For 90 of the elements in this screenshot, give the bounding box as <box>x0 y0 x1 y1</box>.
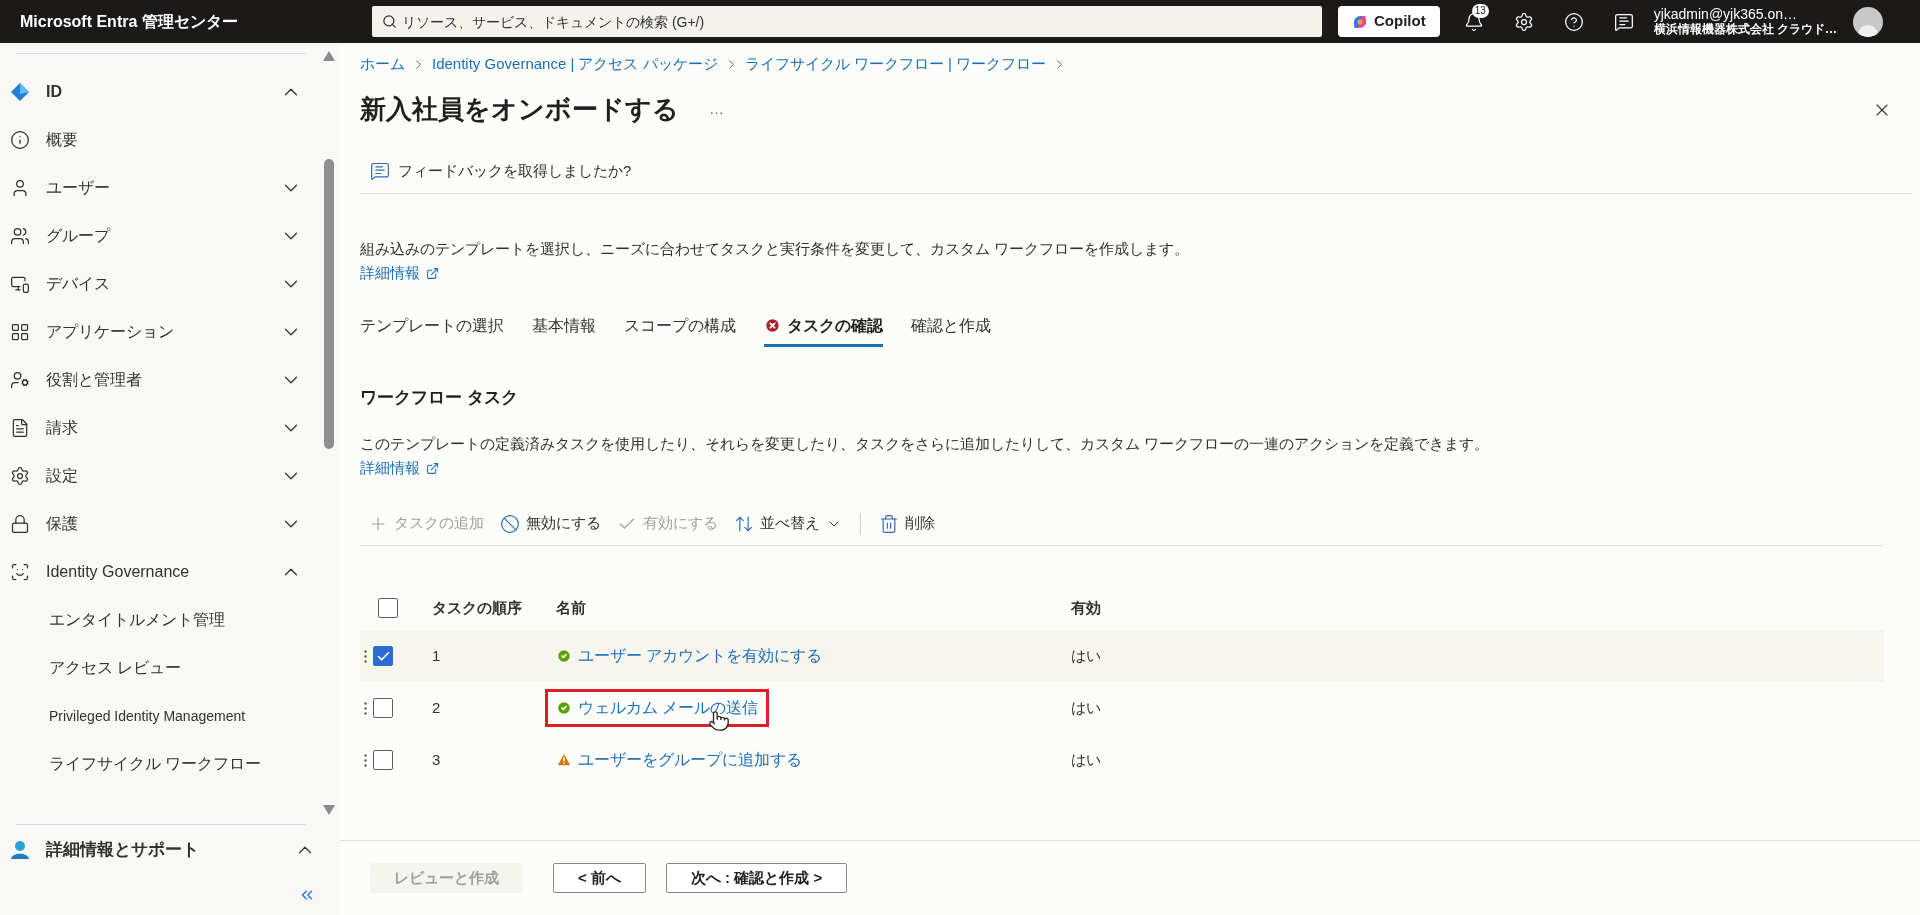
nav-item[interactable]: デバイス <box>0 260 322 308</box>
info-icon <box>10 130 30 150</box>
drag-handle-icon[interactable] <box>364 753 367 767</box>
page-title: 新入社員をオンボードする <box>360 93 679 126</box>
breadcrumb-link[interactable]: ライフサイクル ワークフロー | ワークフロー <box>744 53 1047 76</box>
section-description: このテンプレートの定義済みタスクを使用したり、それらを変更したり、タスクをさらに追加したりして、カスタム ワークフローの一連のアクションを定義できます。 <box>360 433 1491 454</box>
nav-item[interactable]: 詳細情報とサポート <box>0 825 322 875</box>
checkbox[interactable] <box>378 598 398 618</box>
devices-icon <box>10 274 30 294</box>
nav-item[interactable]: 概要 <box>0 116 322 164</box>
trash-icon <box>879 513 899 534</box>
checkbox[interactable] <box>373 750 393 770</box>
nav-item[interactable]: 役割と管理者 <box>0 356 322 404</box>
table-cell-text: はい <box>1071 697 1101 718</box>
copilot-logo-icon <box>1352 13 1368 30</box>
footer-button[interactable]: < 前へ <box>553 863 646 893</box>
column-header[interactable]: タスクの順序 <box>408 596 556 620</box>
wizard-tab[interactable]: スコープの構成 <box>624 307 736 347</box>
feedback-icon <box>370 161 390 181</box>
account-organization[interactable]: 横浜情報機器株式会社 クラウド… <box>1653 21 1837 37</box>
nav-item[interactable]: グループ <box>0 212 322 260</box>
wizard-tab[interactable]: タスクの確認 <box>764 307 883 347</box>
table-cell-text: はい <box>1071 749 1101 770</box>
settings-icon[interactable] <box>1513 11 1534 32</box>
table-row[interactable]: 3 ユーザーをグループに追加する はい <box>360 734 1884 786</box>
checkbox[interactable] <box>373 646 393 666</box>
person-icon <box>10 840 30 860</box>
search-field[interactable]: リソース、サービス、ドキュメントの検索 (G+/) <box>372 6 1322 37</box>
drag-handle-icon[interactable] <box>364 649 367 663</box>
notification-count: 13 <box>1471 3 1489 18</box>
settings-icon <box>10 466 30 486</box>
feedback-link[interactable]: フィードバックを取得しましたか? <box>398 159 632 183</box>
copilot-button[interactable]: Copilot <box>1338 6 1440 37</box>
wizard-tab[interactable]: 基本情報 <box>532 307 596 347</box>
task-link[interactable]: ユーザーをグループに追加する <box>578 748 802 772</box>
task-link[interactable]: ウェルカム メールの送信 <box>578 696 759 720</box>
lock-icon <box>10 514 30 534</box>
breadcrumb-link[interactable]: Identity Governance | アクセス パッケージ <box>432 53 718 76</box>
search-icon <box>382 14 397 29</box>
learn-more-link[interactable]: 詳細情報 <box>360 457 439 480</box>
table-cell-text: 3 <box>431 749 442 770</box>
brand-title[interactable]: Microsoft Entra 管理センター <box>20 9 356 34</box>
nav-subitem[interactable]: エンタイトルメント管理 <box>49 608 225 632</box>
face-frame-icon <box>10 562 30 582</box>
table-cell-text: 1 <box>431 645 442 666</box>
checkbox[interactable] <box>373 698 393 718</box>
wizard-tab[interactable]: 確認と作成 <box>911 307 991 347</box>
learn-more-link[interactable]: 詳細情報 <box>360 262 439 285</box>
nav-subitem[interactable]: アクセス レビュー <box>49 656 182 680</box>
scrollbar-thumb[interactable] <box>324 159 334 449</box>
nav-item[interactable]: ID <box>0 68 322 116</box>
grid-icon <box>10 322 30 342</box>
feedback-icon[interactable] <box>1613 11 1634 32</box>
drag-handle-icon[interactable] <box>364 701 367 715</box>
footer-button[interactable]: 次へ : 確認と作成 > <box>665 863 848 893</box>
column-header[interactable]: 有効 <box>1071 596 1101 620</box>
table-row[interactable]: 1 ユーザー アカウントを有効にする はい <box>360 630 1884 682</box>
table-cell-text: 2 <box>431 697 442 718</box>
document-icon <box>10 418 30 438</box>
account-email[interactable]: yjkadmin@yjk365.on… <box>1653 6 1837 22</box>
nav-subitem[interactable]: Privileged Identity Management <box>49 705 249 727</box>
toolbar-button[interactable]: 削除 <box>871 507 943 540</box>
prohibited-icon <box>500 513 520 534</box>
external-link-icon <box>426 461 439 475</box>
help-icon[interactable] <box>1563 11 1584 32</box>
table-row[interactable]: 2 ウェルカム メールの送信 はい <box>360 682 1884 734</box>
page-description: 組み込みのテンプレートを選択し、ニーズに合わせてタスクと実行条件を変更して、カスタム ワークフローを作成します。 <box>360 238 1191 259</box>
column-header[interactable]: 名前 <box>556 596 1071 620</box>
wizard-tab[interactable]: テンプレートの選択 <box>360 307 504 347</box>
nav-item[interactable]: Identity Governance <box>0 548 322 596</box>
nav-subitem[interactable]: ライフサイクル ワークフロー <box>49 752 262 776</box>
external-link-icon <box>426 266 439 280</box>
scroll-down-icon[interactable] <box>323 805 335 815</box>
more-options[interactable]: … <box>709 98 724 121</box>
table-cell-text: はい <box>1071 645 1101 666</box>
toolbar-button[interactable]: 無効にする <box>492 507 609 540</box>
breadcrumb-link[interactable]: ホーム <box>360 53 405 76</box>
diamond-logo-icon <box>10 82 30 102</box>
scroll-up-icon[interactable] <box>323 51 335 61</box>
user-gear-icon <box>10 370 30 390</box>
avatar[interactable] <box>1853 6 1883 37</box>
nav-item[interactable]: ユーザー <box>0 164 322 212</box>
nav-item[interactable]: 請求 <box>0 404 322 452</box>
toolbar-button[interactable]: 並べ替え <box>726 507 850 540</box>
task-link[interactable]: ユーザー アカウントを有効にする <box>578 644 823 668</box>
nav-item[interactable]: 設定 <box>0 452 322 500</box>
group-icon <box>10 226 30 246</box>
nav-item[interactable]: アプリケーション <box>0 308 322 356</box>
nav-item[interactable]: 保護 <box>0 500 322 548</box>
section-title: ワークフロー タスク <box>360 387 519 409</box>
